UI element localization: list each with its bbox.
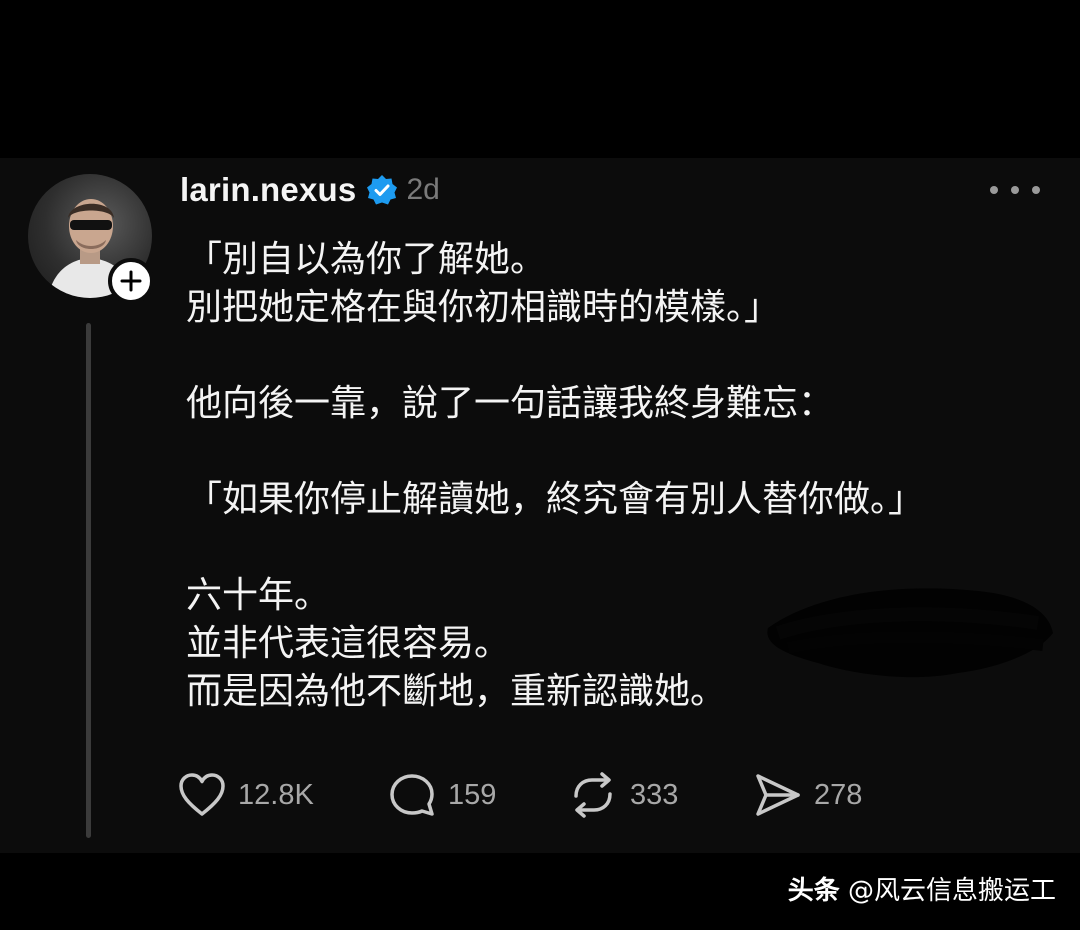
like-button[interactable]: 12.8K bbox=[178, 770, 314, 820]
post-blank-line bbox=[186, 428, 1066, 476]
plus-icon bbox=[120, 270, 142, 292]
follow-plus-button[interactable] bbox=[108, 258, 154, 304]
thread-post: larin.nexus 2d 「別自以為你了解她。 別把她定格在與你初相識時的模… bbox=[0, 158, 1080, 853]
repost-count: 333 bbox=[630, 778, 679, 811]
verified-badge-icon bbox=[366, 174, 398, 206]
post-text-line: 他向後一靠，說了一句話讓我終身難忘： bbox=[186, 383, 835, 424]
post-text-line: 「如果你停止解讀她，終究會有別人替你做。」 bbox=[186, 479, 925, 520]
post-time: 2d bbox=[406, 173, 440, 206]
post-blank-line bbox=[186, 332, 1066, 380]
watermark-handle: @风云信息搬运工 bbox=[847, 876, 1056, 906]
action-bar: 12.8K 159 333 278 bbox=[178, 770, 898, 820]
thread-line bbox=[86, 323, 91, 838]
watermark-brand: 头条 bbox=[787, 876, 840, 906]
like-count: 12.8K bbox=[238, 778, 314, 811]
watermark: 头条 @风云信息搬运工 bbox=[788, 870, 1056, 907]
share-button[interactable]: 278 bbox=[754, 770, 862, 820]
post-header: larin.nexus 2d bbox=[180, 170, 440, 210]
more-options-button[interactable] bbox=[990, 176, 1040, 204]
comment-count: 159 bbox=[448, 778, 497, 811]
send-icon bbox=[756, 774, 800, 816]
comment-button[interactable]: 159 bbox=[388, 770, 496, 820]
more-dot-icon bbox=[1011, 186, 1019, 194]
more-dot-icon bbox=[1032, 186, 1040, 194]
comment-bubble-icon bbox=[390, 774, 434, 816]
repost-icon bbox=[574, 772, 612, 818]
redaction-scribble bbox=[767, 588, 1053, 678]
post-text-line: 「別自以為你了解她。 bbox=[186, 239, 547, 280]
top-blank-area bbox=[0, 0, 1080, 158]
repost-button[interactable]: 333 bbox=[568, 770, 678, 820]
post-text-line: 別把她定格在與你初相識時的模樣。」 bbox=[186, 287, 781, 328]
more-dot-icon bbox=[990, 186, 998, 194]
post-blank-line bbox=[186, 524, 1066, 572]
share-count: 278 bbox=[814, 778, 863, 811]
username[interactable]: larin.nexus bbox=[180, 171, 356, 209]
heart-icon bbox=[179, 773, 225, 816]
